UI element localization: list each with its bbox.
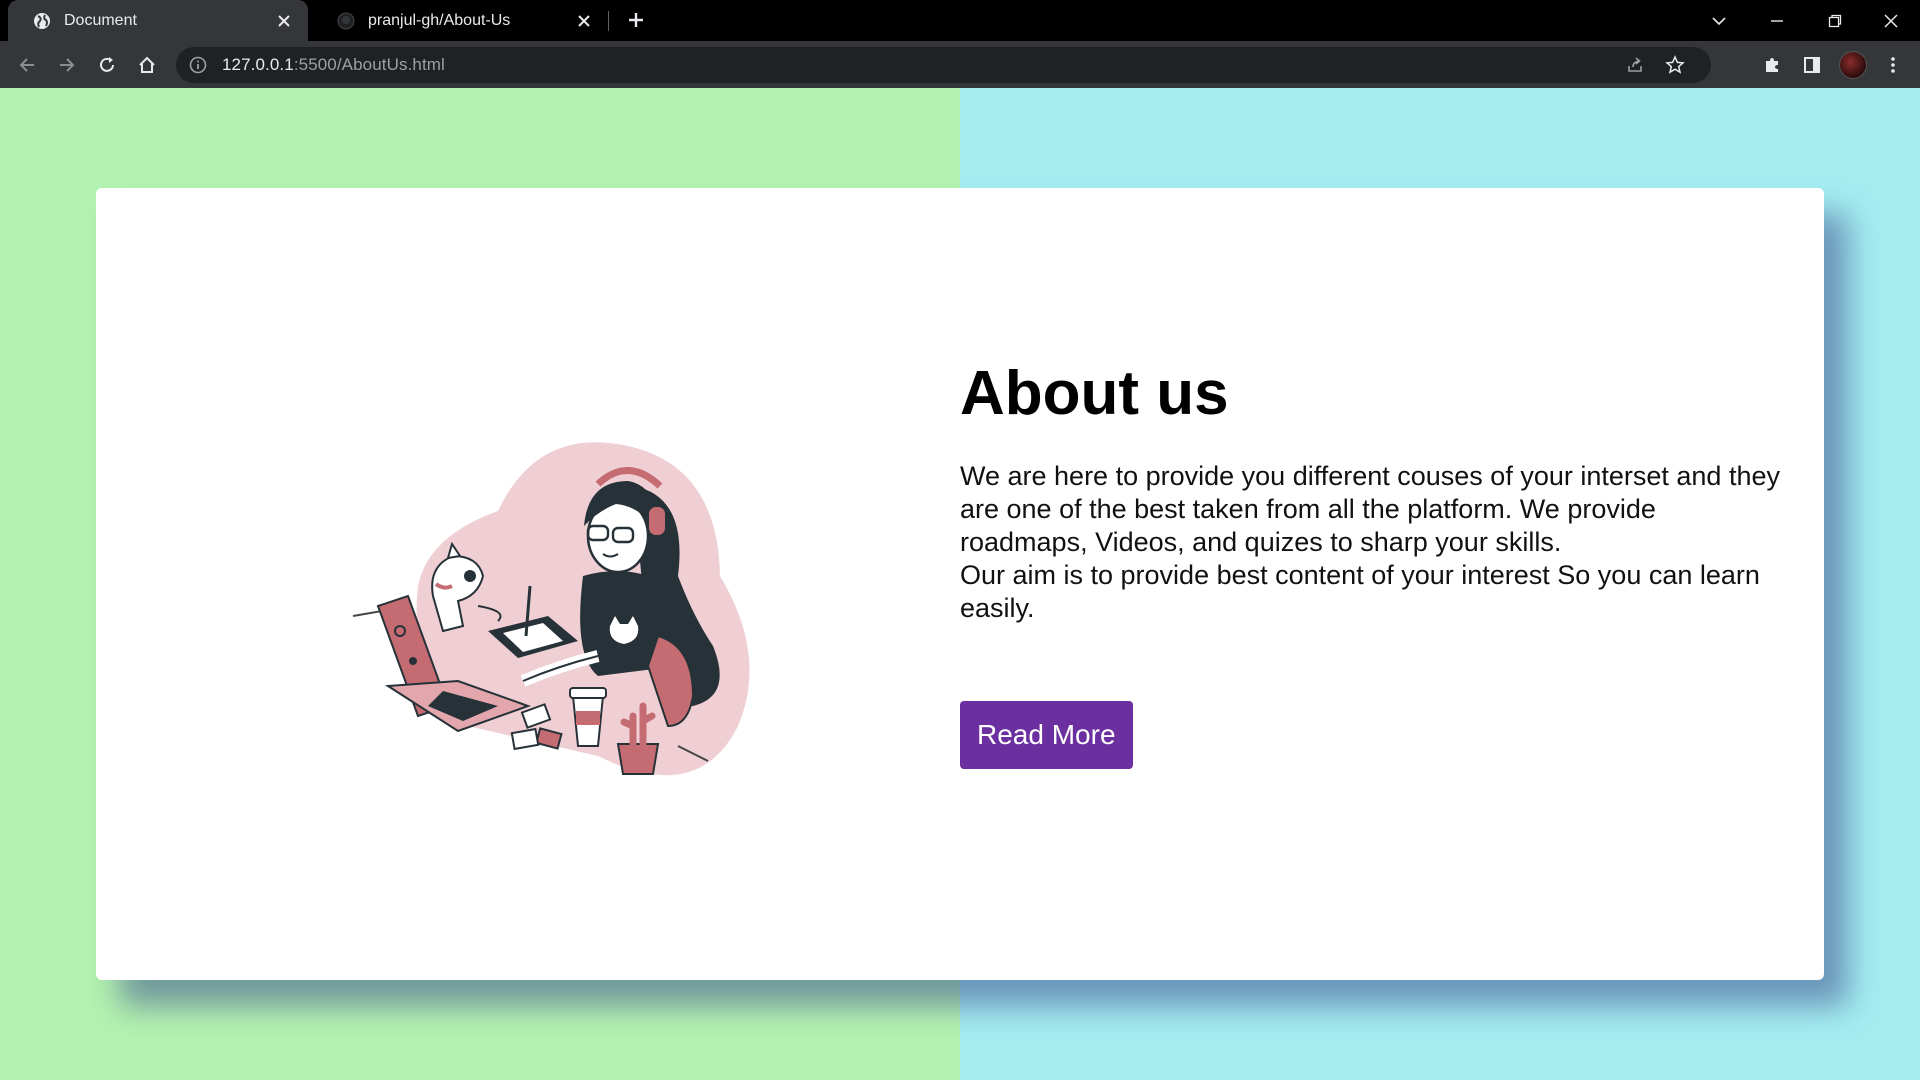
read-more-button[interactable]: Read More bbox=[960, 701, 1133, 769]
tab-title: pranjul-gh/About-Us bbox=[368, 11, 511, 29]
chevron-down-icon bbox=[1712, 16, 1726, 25]
url-path: :5500/AboutUs.html bbox=[293, 55, 445, 74]
tab-search-button[interactable] bbox=[1690, 0, 1748, 41]
about-card: About us We are here to provide you diff… bbox=[96, 188, 1824, 980]
forward-button[interactable] bbox=[50, 48, 84, 82]
globe-icon bbox=[32, 11, 52, 31]
reload-icon bbox=[100, 57, 114, 72]
tab-title: Document bbox=[64, 11, 137, 29]
bookmark-button[interactable] bbox=[1657, 47, 1693, 83]
tab-document[interactable]: Document bbox=[8, 0, 308, 41]
home-button[interactable] bbox=[130, 48, 164, 82]
page-title: About us bbox=[960, 359, 1229, 428]
more-vertical-icon bbox=[1891, 57, 1895, 73]
arrow-left-icon bbox=[19, 58, 34, 72]
side-panel-button[interactable] bbox=[1795, 48, 1829, 82]
about-description: We are here to provide you different cou… bbox=[960, 460, 1780, 625]
url-text[interactable]: 127.0.0.1:5500/AboutUs.html bbox=[222, 55, 445, 75]
back-button[interactable] bbox=[10, 48, 44, 82]
minimize-icon bbox=[1771, 19, 1783, 22]
page-viewport: About us We are here to provide you diff… bbox=[0, 88, 1920, 1080]
close-window-button[interactable] bbox=[1862, 0, 1920, 41]
url-host: 127.0.0.1 bbox=[222, 55, 294, 74]
close-icon bbox=[1884, 13, 1898, 28]
address-bar[interactable]: 127.0.0.1:5500/AboutUs.html bbox=[176, 47, 1711, 83]
about-paragraph-2: Our aim is to provide best content of yo… bbox=[960, 560, 1760, 623]
extensions-button[interactable] bbox=[1755, 48, 1789, 82]
avatar bbox=[1839, 51, 1867, 79]
arrow-right-icon bbox=[60, 58, 75, 72]
close-tab-icon[interactable] bbox=[274, 11, 294, 31]
minimize-button[interactable] bbox=[1748, 0, 1806, 41]
tab-strip: Document pranjul-gh/About-Us bbox=[0, 0, 1920, 41]
plus-icon bbox=[629, 13, 643, 27]
reload-button[interactable] bbox=[90, 48, 124, 82]
home-icon bbox=[139, 56, 155, 73]
restore-icon bbox=[1828, 14, 1842, 27]
puzzle-icon bbox=[1766, 58, 1778, 72]
menu-button[interactable] bbox=[1876, 48, 1910, 82]
close-tab-icon[interactable] bbox=[574, 11, 594, 31]
share-icon bbox=[1628, 57, 1642, 72]
restore-button[interactable] bbox=[1806, 0, 1864, 41]
new-tab-button[interactable] bbox=[622, 6, 650, 34]
tab-github[interactable]: pranjul-gh/About-Us bbox=[312, 0, 608, 41]
share-button[interactable] bbox=[1617, 47, 1653, 83]
browser-chrome: Document pranjul-gh/About-Us 127.0.0.1:5… bbox=[0, 0, 1920, 88]
about-content: About us We are here to provide you diff… bbox=[960, 358, 1780, 769]
browser-toolbar: 127.0.0.1:5500/AboutUs.html bbox=[0, 41, 1920, 88]
woman-working-illustration bbox=[352, 442, 750, 776]
star-icon bbox=[1665, 55, 1685, 74]
tab-separator bbox=[608, 11, 609, 31]
info-icon[interactable] bbox=[188, 55, 208, 75]
profile-button[interactable] bbox=[1836, 48, 1870, 82]
about-paragraph-1: We are here to provide you different cou… bbox=[960, 461, 1780, 557]
github-icon bbox=[336, 11, 356, 31]
side-panel-icon bbox=[1804, 57, 1820, 73]
